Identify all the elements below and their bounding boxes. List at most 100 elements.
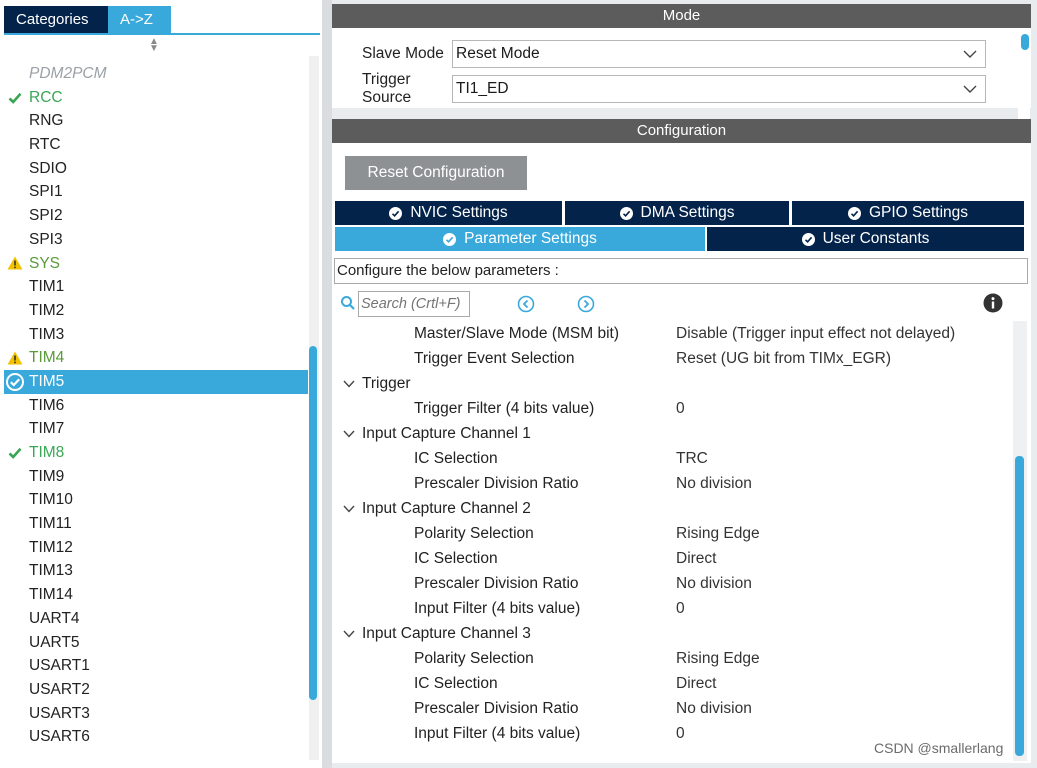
trigger-source-select[interactable]: TI1_ED (452, 75, 986, 103)
search-icon[interactable] (340, 295, 356, 311)
parameter-group[interactable]: Input Capture Channel 3 (334, 621, 531, 646)
peripheral-item-sdio[interactable]: SDIO (4, 157, 308, 181)
peripheral-item-sys[interactable]: SYS (4, 252, 308, 276)
peripheral-label: USART2 (29, 680, 90, 698)
parameter-group[interactable]: Trigger (334, 371, 411, 396)
parameter-value[interactable]: Reset (UG bit from TIMx_EGR) (676, 346, 891, 371)
peripheral-item-usart2[interactable]: USART2 (4, 678, 308, 702)
group-label: Input Capture Channel 3 (362, 625, 531, 642)
slave-mode-select[interactable]: Reset Mode (452, 40, 986, 68)
peripheral-item-spi2[interactable]: SPI2 (4, 204, 308, 228)
peripheral-item-rtc[interactable]: RTC (4, 133, 308, 157)
chevron-down-icon (338, 630, 360, 638)
parameter-value[interactable]: 0 (676, 596, 685, 621)
peripheral-item-tim11[interactable]: TIM11 (4, 512, 308, 536)
peripheral-item-tim8[interactable]: TIM8 (4, 441, 308, 465)
tab-a-to-z[interactable]: A->Z (108, 6, 171, 34)
parameter-name: Prescaler Division Ratio (414, 475, 579, 492)
panel-splitter[interactable] (322, 0, 332, 768)
parameter-row[interactable]: Polarity Selection Rising Edge (334, 521, 1012, 546)
info-icon[interactable] (983, 293, 1003, 313)
search-row (340, 291, 1010, 317)
peripheral-item-usart3[interactable]: USART3 (4, 702, 308, 726)
peripheral-item-rcc[interactable]: RCC (4, 86, 308, 110)
tab-nvic-settings[interactable]: NVIC Settings (335, 201, 562, 225)
parameter-row[interactable]: Input Filter (4 bits value) 0 (334, 596, 1012, 621)
peripheral-label: RCC (29, 88, 63, 106)
parameter-row[interactable]: Prescaler Division Ratio No division (334, 696, 1012, 721)
peripheral-label: TIM10 (29, 491, 73, 509)
parameter-value[interactable]: No division (676, 571, 752, 596)
peripheral-item-tim9[interactable]: TIM9 (4, 465, 308, 489)
peripheral-item-tim6[interactable]: TIM6 (4, 394, 308, 418)
previous-match-icon[interactable] (517, 295, 535, 313)
reset-configuration-button[interactable]: Reset Configuration (345, 156, 527, 190)
mode-scrollbar-thumb[interactable] (1021, 34, 1029, 50)
check-circle-icon (847, 206, 861, 220)
peripheral-item-tim4[interactable]: TIM4 (4, 346, 308, 370)
parameter-value[interactable]: TRC (676, 446, 708, 471)
search-input[interactable] (358, 291, 470, 317)
peripheral-item-tim5[interactable]: TIM5 (4, 369, 308, 394)
next-match-icon[interactable] (577, 295, 595, 313)
peripheral-item-pdm2pcm[interactable]: PDM2PCM (4, 62, 308, 86)
parameter-row[interactable]: Polarity Selection Rising Edge (334, 646, 1012, 671)
peripheral-item-spi1[interactable]: SPI1 (4, 180, 308, 204)
parameter-value[interactable]: Direct (676, 671, 716, 696)
parameter-group[interactable]: Input Capture Channel 1 (334, 421, 531, 446)
peripheral-item-uart5[interactable]: UART5 (4, 631, 308, 655)
parameter-group[interactable]: Input Capture Channel 2 (334, 496, 531, 521)
peripheral-item-spi3[interactable]: SPI3 (4, 228, 308, 252)
tab-label: NVIC Settings (410, 204, 508, 221)
sort-arrows-icon[interactable]: ▲ ▼ (148, 37, 160, 54)
peripheral-item-tim1[interactable]: TIM1 (4, 275, 308, 299)
parameter-value[interactable]: No division (676, 471, 752, 496)
peripheral-item-rng[interactable]: RNG (4, 109, 308, 133)
parameter-row[interactable]: Prescaler Division Ratio No division (334, 471, 1012, 496)
parameter-row[interactable]: Trigger Filter (4 bits value) 0 (334, 396, 1012, 421)
parameter-scrollbar-thumb[interactable] (1015, 456, 1024, 756)
chevron-down-icon (338, 380, 360, 388)
parameter-value[interactable]: Rising Edge (676, 521, 760, 546)
parameter-value[interactable]: 0 (676, 396, 685, 421)
config-panel: Mode Slave Mode Reset Mode Trigger Sourc… (332, 0, 1037, 768)
parameter-value[interactable]: Disable (Trigger input effect not delaye… (676, 321, 955, 346)
peripheral-item-tim7[interactable]: TIM7 (4, 417, 308, 441)
chevron-down-icon (963, 41, 977, 67)
tab-parameter-settings[interactable]: Parameter Settings (335, 227, 705, 251)
peripheral-item-tim14[interactable]: TIM14 (4, 583, 308, 607)
peripheral-item-tim3[interactable]: TIM3 (4, 323, 308, 347)
peripheral-item-usart1[interactable]: USART1 (4, 654, 308, 678)
parameter-value[interactable]: 0 (676, 721, 685, 746)
parameter-row[interactable]: IC Selection TRC (334, 446, 1012, 471)
peripheral-label: TIM1 (29, 278, 65, 296)
peripheral-label: SPI3 (29, 230, 63, 248)
peripheral-item-tim2[interactable]: TIM2 (4, 299, 308, 323)
tab-categories[interactable]: Categories (4, 6, 108, 34)
parameter-row[interactable]: Prescaler Division Ratio No division (334, 571, 1012, 596)
parameter-row[interactable]: Trigger Event Selection Reset (UG bit fro… (334, 346, 1012, 371)
peripheral-item-tim10[interactable]: TIM10 (4, 488, 308, 512)
parameter-name: IC Selection (414, 550, 498, 567)
group-label: Input Capture Channel 1 (362, 425, 531, 442)
check-circle-icon (619, 206, 633, 220)
tab-gpio-settings[interactable]: GPIO Settings (792, 201, 1024, 225)
peripheral-item-tim12[interactable]: TIM12 (4, 536, 308, 560)
parameter-row[interactable]: IC Selection Direct (334, 671, 1012, 696)
peripheral-item-uart4[interactable]: UART4 (4, 607, 308, 631)
tab-user-constants[interactable]: User Constants (707, 227, 1024, 251)
tab-underline (4, 33, 320, 35)
parameter-row[interactable]: IC Selection Direct (334, 546, 1012, 571)
parameter-value[interactable]: Rising Edge (676, 646, 760, 671)
parameter-row[interactable]: Master/Slave Mode (MSM bit) Disable (Trig… (334, 321, 1012, 346)
left-scrollbar-thumb[interactable] (309, 346, 317, 700)
parameter-value[interactable]: Direct (676, 546, 716, 571)
tab-dma-settings[interactable]: DMA Settings (565, 201, 789, 225)
parameter-value[interactable]: No division (676, 696, 752, 721)
configuration-header: Configuration (332, 119, 1031, 143)
peripheral-item-usart6[interactable]: USART6 (4, 725, 308, 749)
peripheral-label: TIM8 (29, 444, 65, 461)
peripheral-item-tim13[interactable]: TIM13 (4, 559, 308, 583)
group-label: Trigger (362, 375, 411, 392)
parameter-name: Input Filter (4 bits value) (414, 600, 581, 617)
